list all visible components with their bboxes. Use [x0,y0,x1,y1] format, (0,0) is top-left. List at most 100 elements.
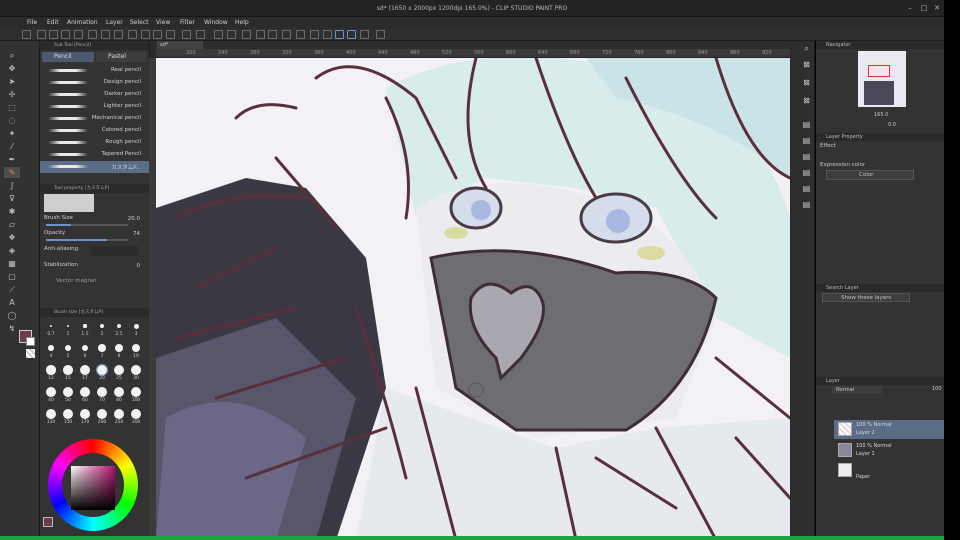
brush-size-dot[interactable] [81,344,89,352]
balloon-tool-icon[interactable]: ◯ [4,310,20,321]
brush-size-dot[interactable] [131,409,141,419]
brush-size-dot[interactable] [97,387,107,397]
expression-color-select[interactable]: Color [826,170,914,180]
print-icon[interactable] [74,30,83,39]
opacity-value[interactable]: 74 [133,231,140,237]
brush-item[interactable]: Tapered Pencil [40,149,149,161]
layer-icon[interactable] [114,30,123,39]
close-button[interactable]: ✕ [932,3,942,13]
invert-selection-icon[interactable] [296,30,305,39]
help-icon[interactable] [376,30,385,39]
layer-row[interactable]: 100 % Normal Layer 1 [834,441,944,460]
brush-item[interactable]: Mechanical pencil [40,113,149,125]
figure-tool-icon[interactable]: ▢ [4,271,20,282]
brush-size-dot[interactable] [83,324,87,328]
brush-size-dot[interactable] [131,365,141,375]
material-icon[interactable]: ▤ [801,119,812,130]
document-tab[interactable]: sd* [157,41,203,49]
eyedropper-tool-icon[interactable]: ⁄ [4,141,20,152]
brush-size-dot[interactable] [63,387,73,397]
menu-file[interactable]: File [22,17,42,28]
blend-mode-select[interactable]: Normal [832,386,882,394]
brush-size-dot[interactable] [115,344,123,352]
brush-size-dot[interactable] [114,365,124,375]
brush-item[interactable]: Real pencil [40,65,149,77]
menu-layer[interactable]: Layer [101,17,128,28]
brush-size-dot[interactable] [114,409,124,419]
brush-size-dot[interactable] [64,344,72,352]
drawing-canvas[interactable] [156,58,790,540]
pen-tool-icon[interactable]: ✒ [4,154,20,165]
gradient-tool-icon[interactable]: ▦ [4,258,20,269]
menu-help[interactable]: Help [230,17,254,28]
brush-size-dot[interactable] [131,343,141,353]
auto-select-tool-icon[interactable]: ✦ [4,128,20,139]
brush-size-dot[interactable] [98,344,106,352]
brush-size-dot[interactable] [131,387,141,397]
brush-size-dot[interactable] [46,387,56,397]
material-icon[interactable]: ▤ [801,135,812,146]
decoration-tool-icon[interactable]: ✱ [4,206,20,217]
opacity-row[interactable]: Opacity 74 [44,230,144,242]
zoom-tool-icon[interactable]: ⌕ [4,50,20,61]
menu-edit[interactable]: Edit [42,17,64,28]
lasso-tool-icon[interactable]: ◌ [4,115,20,126]
selection-tool-icon[interactable]: ⬚ [4,102,20,113]
material-icon[interactable]: ▤ [801,199,812,210]
zoom-icon[interactable] [196,30,205,39]
brush-size-dot[interactable] [80,409,90,419]
move-tool-icon[interactable]: ✥ [4,63,20,74]
brush-size-dot[interactable] [133,323,139,329]
menu-view[interactable]: View [151,17,175,28]
brush-size-dot[interactable] [80,387,90,397]
tab-pencil[interactable]: Pencil [42,52,94,62]
undo-icon[interactable] [214,30,223,39]
sub-color-swatch[interactable] [26,337,35,346]
crop-icon[interactable] [310,30,319,39]
menu-animation[interactable]: Animation [62,17,103,28]
brush-size-value[interactable]: 20.0 [128,216,140,222]
blend-tool-icon[interactable]: ❖ [4,232,20,243]
brush-size-dot[interactable] [66,324,70,328]
brush-item[interactable]: Lighter pencil [40,101,149,113]
brush-item[interactable]: Rough pencil [40,137,149,149]
ruler-icon[interactable] [153,30,162,39]
transform-icon[interactable] [268,30,277,39]
save-icon[interactable] [49,30,58,39]
brush-size-dot[interactable] [46,365,56,375]
stabilization-value[interactable]: 0 [137,263,141,269]
settings-icon[interactable] [101,30,110,39]
close-panel-icon[interactable]: ⊠ [801,59,812,70]
brush-size-dot[interactable] [63,365,73,375]
layer-opacity[interactable]: 100 [932,386,942,392]
correct-line-tool-icon[interactable]: ↯ [4,323,20,334]
stabilizer-icon[interactable] [335,30,344,39]
brush-size-dot[interactable] [97,409,107,419]
pencil-icon[interactable] [360,30,369,39]
brush-size-dot[interactable] [114,387,124,397]
close-panel-icon[interactable]: ⊠ [801,77,812,88]
hand-icon[interactable] [182,30,191,39]
assets-icon[interactable] [88,30,97,39]
material-icon[interactable]: ▤ [801,183,812,194]
brush-tool-icon[interactable]: ∫ [4,180,20,191]
redo-icon[interactable] [227,30,236,39]
vector-magnet-row[interactable]: Vector magnet [44,278,144,290]
menu-filter[interactable]: Filter [175,17,200,28]
menu-window[interactable]: Window [199,17,233,28]
navigator-zoom[interactable]: 165.0 [874,112,888,118]
brush-size-dot[interactable] [48,345,54,351]
brush-size-dot[interactable] [100,324,104,328]
transparent-color-swatch[interactable] [26,349,35,358]
brush-size-dot[interactable] [63,409,73,419]
close-panel-icon[interactable]: ⊠ [801,95,812,106]
new-file-icon[interactable] [22,30,31,39]
layer-row[interactable]: Paper [834,461,944,480]
brush-size-dot[interactable] [80,365,90,375]
brush-size-row[interactable]: Brush Size 20.0 [44,215,144,227]
ruler-tool-icon[interactable]: ⟋ [4,284,20,295]
anti-aliasing-selector[interactable] [90,246,138,256]
search-layer-filter[interactable]: Show these layers [822,293,910,302]
minimize-button[interactable]: – [905,3,915,13]
brush-item[interactable]: Darker pencil [40,89,149,101]
